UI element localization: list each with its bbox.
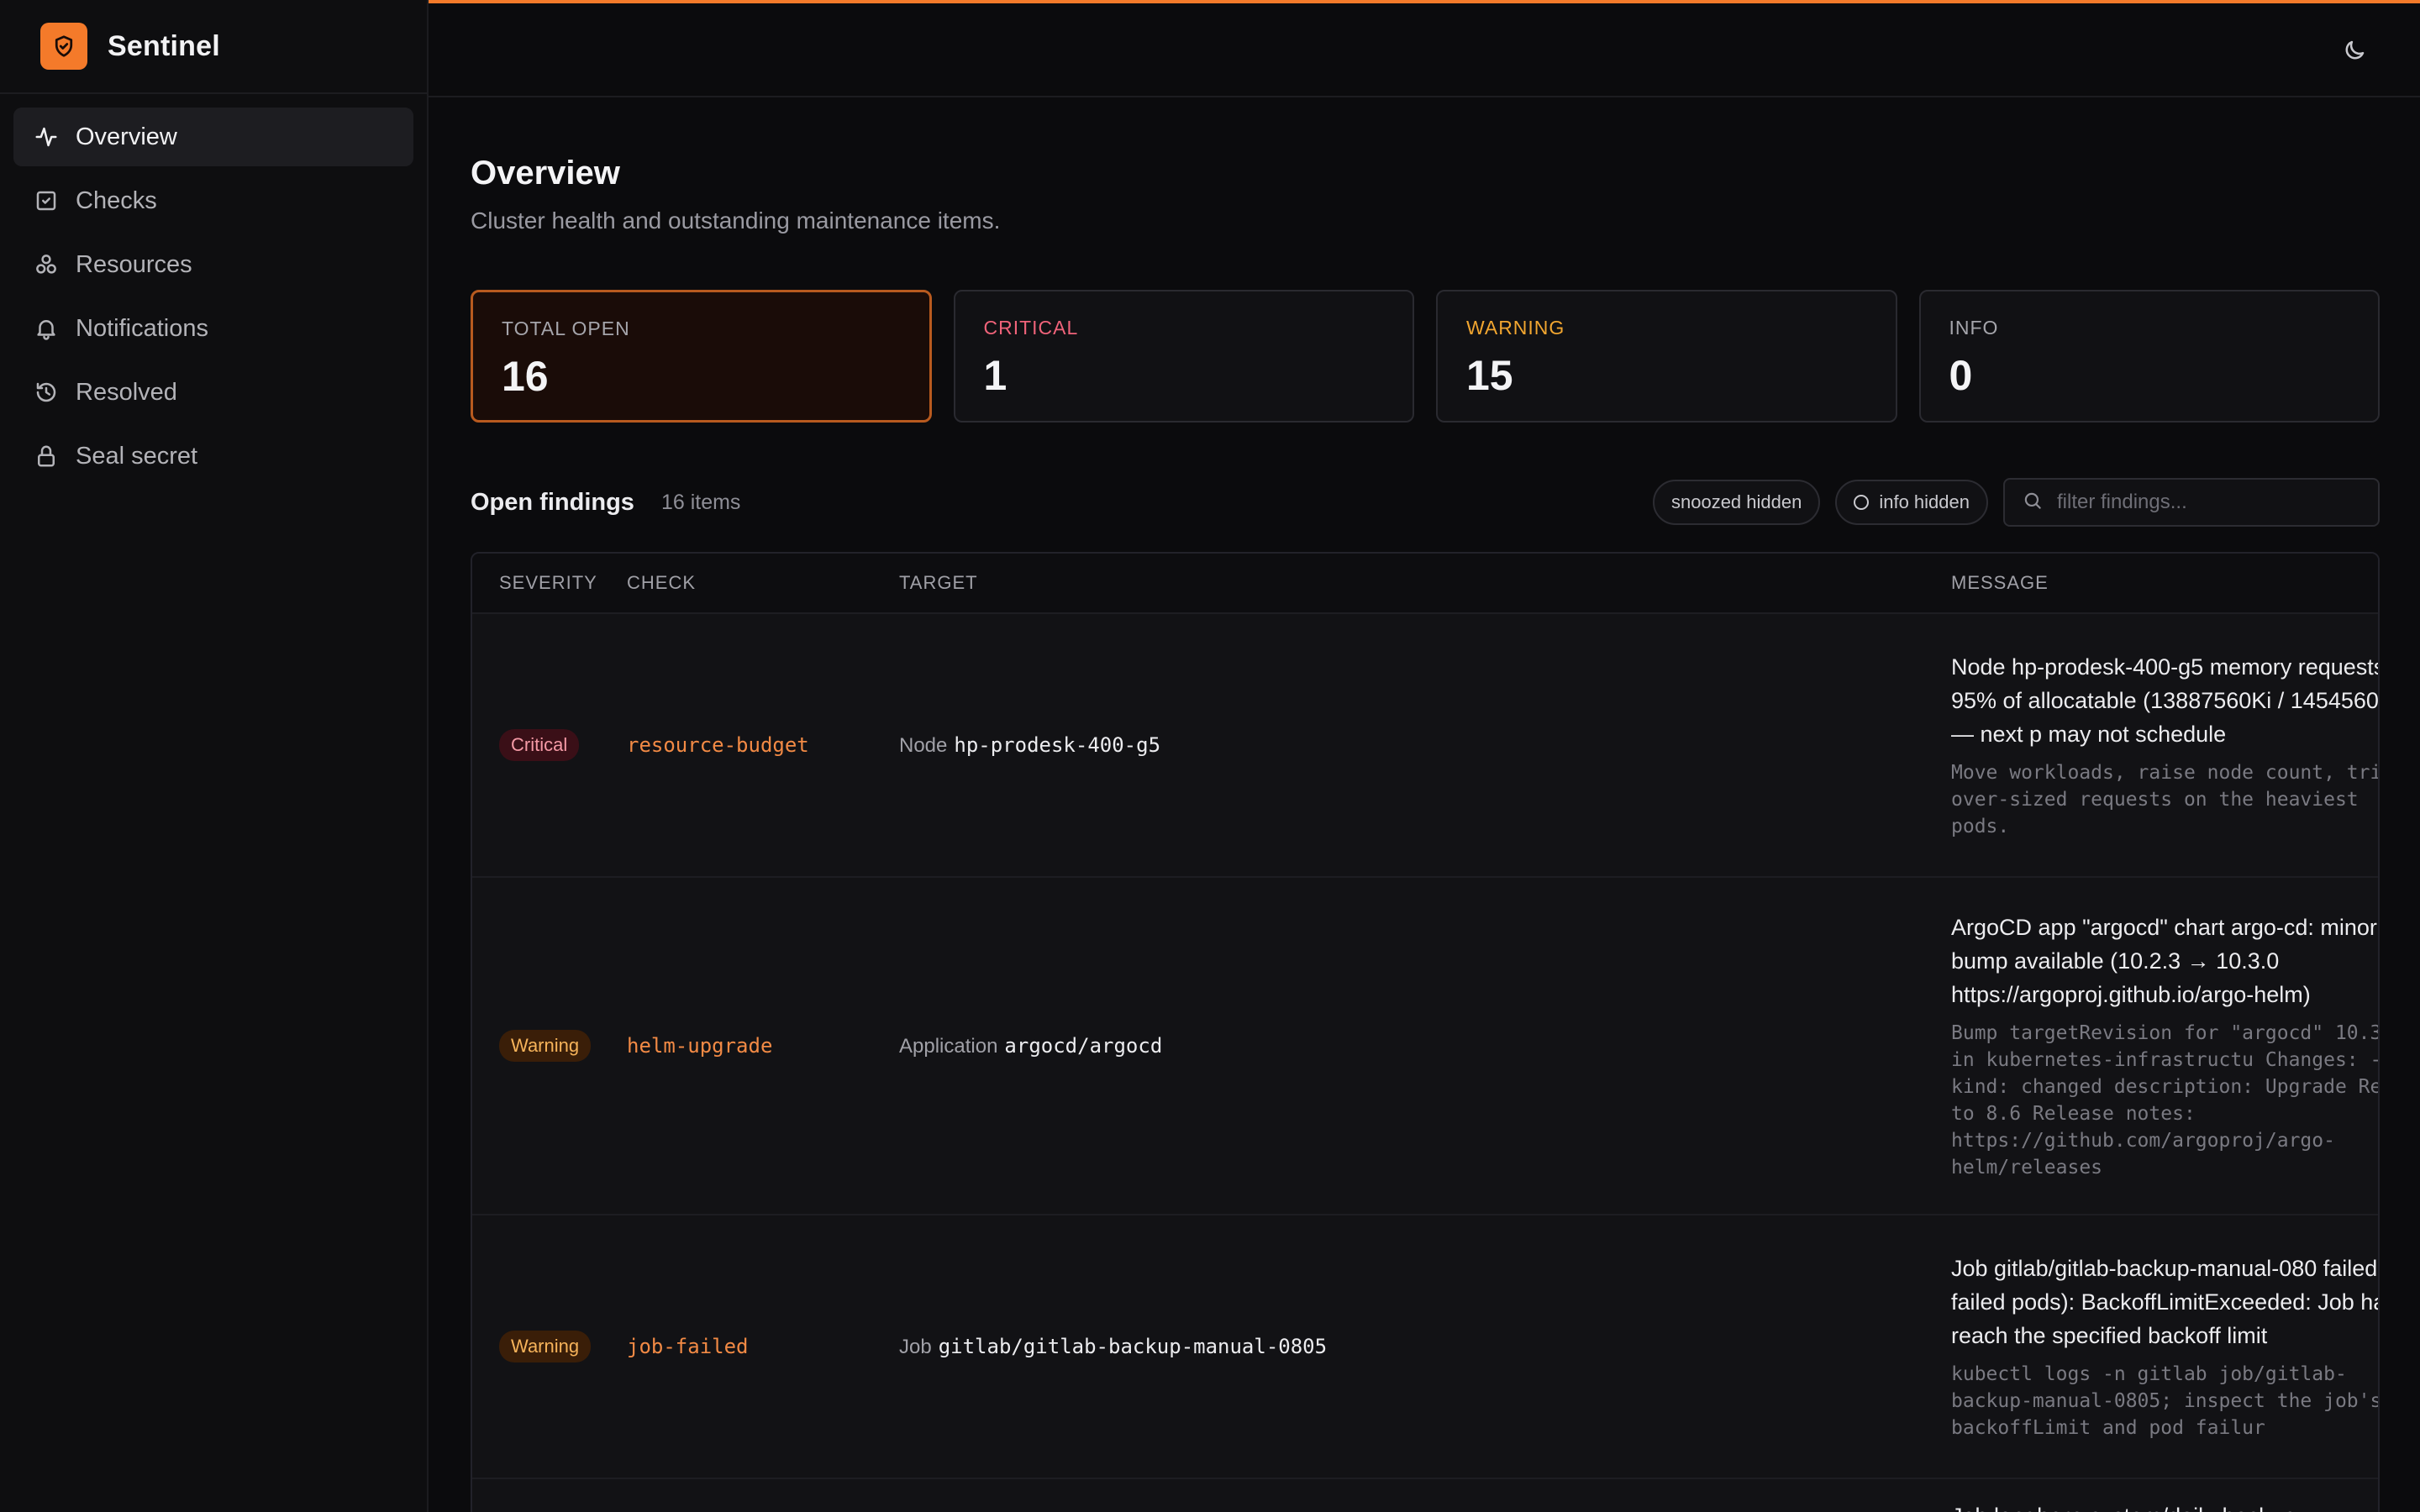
stat-label: CRITICAL [983,317,1079,339]
stat-card-total-open[interactable]: TOTAL OPEN 16 [471,290,932,423]
info-hidden-toggle[interactable]: info hidden [1835,480,1988,525]
history-icon [34,380,59,405]
bell-icon [34,316,59,341]
findings-toolbar: Open findings 16 items snoozed hidden in… [471,478,2380,527]
moon-icon [2342,38,2367,67]
check-link[interactable]: resource-budget [627,733,809,757]
severity-badge: Warning [499,1331,592,1362]
stat-value: 0 [1949,352,1973,399]
sidebar-item-resources[interactable]: Resources [13,235,413,294]
sidebar-item-seal-secret[interactable]: Seal secret [13,427,413,486]
sidebar-item-label: Checks [76,186,157,214]
snoozed-hidden-toggle[interactable]: snoozed hidden [1652,480,1821,525]
findings-filters: snoozed hidden info hidden [1652,478,2380,527]
severity-badge: Warning [499,1030,592,1062]
severity-badge: Critical [499,729,580,761]
stat-card-critical[interactable]: CRITICAL 1 [953,290,1414,423]
circle-icon [1854,495,1870,510]
sidebar-nav: Overview Checks Resources Notifications … [0,94,427,504]
target-kind: Job [899,1335,932,1358]
table-row[interactable]: Job longhorn-system/daily-backup [472,1478,2378,1512]
table-row[interactable]: Warning helm-upgrade Application argocd/a… [472,876,2378,1214]
stat-label: WARNING [1466,317,1565,339]
stat-label: TOTAL OPEN [502,318,630,339]
sidebar-item-notifications[interactable]: Notifications [13,299,413,358]
sidebar-item-label: Overview [76,123,177,150]
target-name: hp-prodesk-400-g5 [954,732,1161,757]
chip-label: info hidden [1879,491,1970,512]
finding-message: ArgoCD app "argocd" chart argo-cd: minor… [1951,915,2377,1007]
findings-title: Open findings [471,488,634,516]
sidebar-item-label: Notifications [76,314,208,342]
sidebar-item-label: Resolved [76,378,177,406]
stat-card-warning[interactable]: WARNING 15 [1436,290,1897,423]
shield-check-icon [40,23,87,70]
theme-toggle-button[interactable] [2336,34,2373,71]
finding-message: Node hp-prodesk-400-g5 memory requests 9… [1951,654,2380,747]
sidebar-item-label: Seal secret [76,442,198,470]
finding-message: Job longhorn-system/daily-backup [1951,1499,2378,1512]
page-title: Overview [471,155,620,192]
target-kind: Application [899,1034,998,1058]
search-input[interactable] [2057,491,2376,514]
chip-label: snoozed hidden [1670,491,1802,512]
stat-value: 15 [1466,352,1513,399]
column-header-severity[interactable]: SEVERITY [472,572,627,594]
check-link[interactable]: helm-upgrade [627,1034,772,1058]
main-content: Overview Cluster health and outstanding … [471,97,2380,1512]
search-icon [2022,490,2044,516]
page-subtitle: Cluster health and outstanding maintenan… [471,207,1001,234]
stats-row: TOTAL OPEN 16 CRITICAL 1 WARNING 15 INFO… [471,290,2380,423]
stat-value: 1 [983,352,1007,399]
brand[interactable]: Sentinel [0,0,427,94]
target-name: argocd/argocd [1004,1033,1163,1058]
findings-table: SEVERITY CHECK TARGET MESSAGE Critical r… [471,552,2380,1512]
stat-card-info[interactable]: INFO 0 [1918,290,2380,423]
table-row[interactable]: Warning job-failed Job gitlab/gitlab-back… [472,1214,2378,1478]
target-name: gitlab/gitlab-backup-manual-0805 [938,1334,1328,1358]
top-header [429,3,2420,97]
cluster-icon [34,252,59,277]
activity-icon [34,124,59,150]
lock-icon [34,444,59,469]
check-link[interactable]: job-failed [627,1335,749,1358]
stat-label: INFO [1949,317,1999,339]
table-row[interactable]: Critical resource-budget Node hp-prodesk-… [472,612,2378,876]
column-header-target[interactable]: TARGET [899,572,1951,594]
sidebar-item-label: Resources [76,250,192,278]
table-header: SEVERITY CHECK TARGET MESSAGE [472,554,2378,612]
finding-message: Job gitlab/gitlab-backup-manual-080 fail… [1951,1256,2380,1348]
finding-remediation: Bump targetRevision for "argocd" 10.3.0 … [1951,1022,2380,1179]
sidebar-item-resolved[interactable]: Resolved [13,363,413,422]
checkbox-icon [34,188,59,213]
target-kind: Node [899,733,948,757]
sidebar-item-checks[interactable]: Checks [13,171,413,230]
findings-count: 16 items [660,490,741,514]
brand-name: Sentinel [108,29,220,62]
search-box[interactable] [2003,478,2380,527]
sidebar-item-overview[interactable]: Overview [13,108,413,166]
sidebar: Sentinel Overview Checks Resources Notif… [0,0,429,1512]
finding-remediation: kubectl logs -n gitlab job/gitlab-backup… [1951,1363,2380,1439]
finding-remediation: Move workloads, raise node count, trim o… [1951,762,2380,837]
column-header-message[interactable]: MESSAGE [1951,572,2378,594]
stat-value: 16 [502,353,549,400]
column-header-check[interactable]: CHECK [627,572,899,594]
